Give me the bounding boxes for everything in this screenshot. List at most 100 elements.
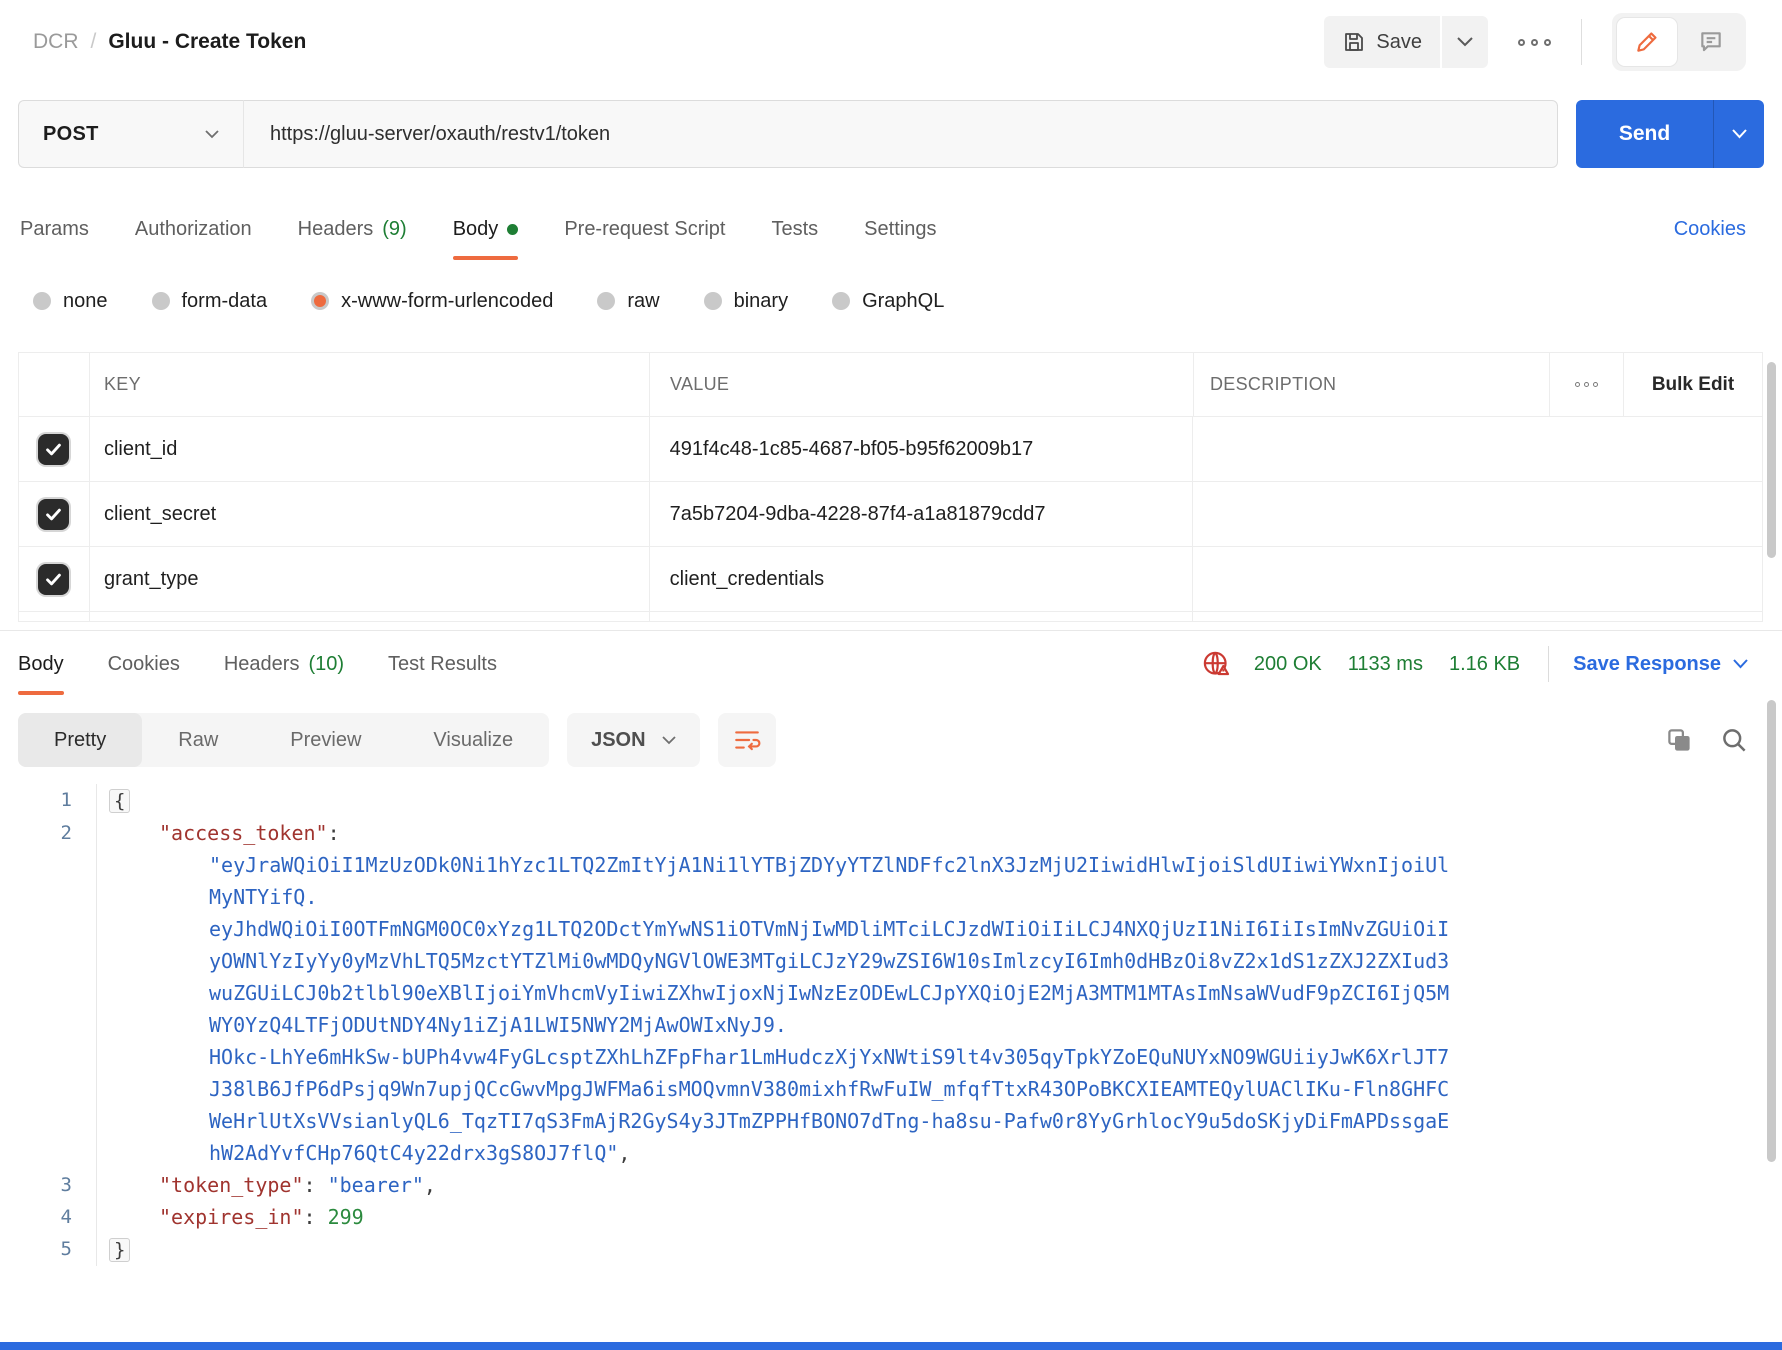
tab-authorization[interactable]: Authorization <box>135 198 252 260</box>
breadcrumb-collection[interactable]: DCR <box>33 30 79 54</box>
code-token-punc: , <box>424 1173 436 1197</box>
row-checkbox[interactable] <box>38 434 69 465</box>
tab-tests[interactable]: Tests <box>771 198 818 260</box>
tab-params[interactable]: Params <box>20 198 89 260</box>
tab-settings[interactable]: Settings <box>864 198 936 260</box>
tab-body[interactable]: Body <box>453 198 519 260</box>
topbar-divider <box>1581 19 1582 65</box>
radio-raw[interactable]: raw <box>597 290 659 313</box>
edit-comment-toggle <box>1612 13 1746 71</box>
copy-icon[interactable] <box>1666 727 1693 754</box>
radio-graphql[interactable]: GraphQL <box>832 290 944 313</box>
tab-label: Test Results <box>388 653 497 676</box>
radio-label: binary <box>734 290 788 313</box>
tab-body[interactable]: Body <box>18 633 64 695</box>
view-visualize[interactable]: Visualize <box>397 713 549 767</box>
code-token-str: yOWNlYzIyYy0yMzVhLTQ5MzctYTZlMi0wMDQyNGV… <box>209 949 1449 973</box>
top-actions: Save <box>1324 13 1746 71</box>
view-pretty[interactable]: Pretty <box>18 713 142 767</box>
save-button[interactable]: Save <box>1324 16 1440 68</box>
edit-mode-button[interactable] <box>1617 18 1677 66</box>
code-line: MyNTYifQ. <box>0 881 1742 913</box>
tab-headers[interactable]: Headers(9) <box>298 198 407 260</box>
bulk-edit-button[interactable]: Bulk Edit <box>1624 353 1763 416</box>
request-title[interactable]: Gluu - Create Token <box>108 30 306 54</box>
line-number: 2 <box>0 817 96 849</box>
tab-label: Tests <box>771 218 818 241</box>
key-cell[interactable]: grant_type <box>90 547 650 611</box>
code-line-content: eyJhdWQiOiI0OTFmNGM0OC0xYzg1LTQ2ODctYmYw… <box>96 913 1742 945</box>
radio-x-www-form-urlencoded[interactable]: x-www-form-urlencoded <box>311 290 553 313</box>
table-scrollbar[interactable] <box>1767 362 1776 558</box>
save-button-label: Save <box>1376 31 1422 54</box>
value-cell[interactable]: 7a5b7204-9dba-4228-87f4-a1a81879cdd7 <box>650 482 1194 546</box>
radio-none[interactable]: none <box>33 290 108 313</box>
table-more-options-icon[interactable] <box>1550 353 1624 416</box>
radio-binary[interactable]: binary <box>704 290 788 313</box>
code-token-str: "bearer" <box>328 1173 424 1197</box>
value-cell[interactable]: client_credentials <box>650 547 1194 611</box>
tab-pre-request-script[interactable]: Pre-request Script <box>564 198 725 260</box>
view-preview[interactable]: Preview <box>254 713 397 767</box>
radio-label: x-www-form-urlencoded <box>341 290 553 313</box>
chevron-down-icon <box>205 130 219 139</box>
response-size[interactable]: 1.16 KB <box>1449 653 1520 676</box>
network-warning-icon[interactable] <box>1201 649 1232 680</box>
tab-headers[interactable]: Headers(10) <box>224 633 344 695</box>
response-time[interactable]: 1133 ms <box>1348 653 1423 676</box>
send-button[interactable]: Send <box>1576 100 1713 168</box>
value-cell[interactable]: 491f4c48-1c85-4687-bf05-b95f62009b17 <box>650 417 1194 481</box>
description-cell[interactable] <box>1193 417 1763 481</box>
code-token-punc: : <box>304 1173 328 1197</box>
column-header-description: DESCRIPTION <box>1194 353 1550 416</box>
code-line-content: MyNTYifQ. <box>96 881 1742 913</box>
code-line-content: hW2AdYvfCHp76QtC4y22drx3gS8OJ7flQ", <box>96 1137 1742 1169</box>
breadcrumb: DCR / Gluu - Create Token <box>33 30 306 54</box>
tab-count: (9) <box>382 218 406 241</box>
save-options-button[interactable] <box>1442 16 1488 68</box>
url-input[interactable]: https://gluu-server/oxauth/restv1/token <box>243 100 1558 168</box>
breadcrumb-separator: / <box>91 30 97 54</box>
code-line: 2"access_token": <box>0 817 1742 849</box>
tab-label: Headers <box>224 653 300 676</box>
urlencoded-params-table: KEY VALUE DESCRIPTION Bulk Edit client_i… <box>18 352 1763 622</box>
window-bottom-accent <box>0 1342 1782 1350</box>
tab-test-results[interactable]: Test Results <box>388 633 497 695</box>
key-cell[interactable]: client_secret <box>90 482 650 546</box>
line-number: 5 <box>0 1233 96 1266</box>
line-number <box>0 881 96 913</box>
search-icon[interactable] <box>1721 727 1748 754</box>
code-line-content: WeHrlUtXsVVsianlyQL6_TqzTI7qS3FmAjR2GyS4… <box>96 1105 1742 1137</box>
code-line: 1{ <box>0 784 1742 817</box>
send-options-button[interactable] <box>1713 100 1764 168</box>
code-token-str: "eyJraWQiOiI1MzUzODk0Ni1hYzc1LTQ2ZmItYjA… <box>209 853 1449 877</box>
send-button-group: Send <box>1576 100 1764 168</box>
wrap-lines-button[interactable] <box>718 713 776 767</box>
fold-marker[interactable]: { <box>109 789 130 813</box>
comments-button[interactable] <box>1681 18 1741 66</box>
save-response-button[interactable]: Save Response <box>1573 653 1748 676</box>
code-line-content: "access_token": <box>96 817 1742 849</box>
fold-marker[interactable]: } <box>109 1238 130 1262</box>
cookies-link[interactable]: Cookies <box>1674 198 1746 260</box>
view-raw[interactable]: Raw <box>142 713 254 767</box>
method-select[interactable]: POST <box>18 100 243 168</box>
more-options-icon[interactable] <box>1518 39 1551 46</box>
tab-label: Settings <box>864 218 936 241</box>
description-cell[interactable] <box>1193 547 1763 611</box>
table-row: client_id491f4c48-1c85-4687-bf05-b95f620… <box>19 417 1763 482</box>
row-checkbox[interactable] <box>38 564 69 595</box>
code-token-str: WeHrlUtXsVVsianlyQL6_TqzTI7qS3FmAjR2GyS4… <box>209 1109 1449 1133</box>
radio-form-data[interactable]: form-data <box>152 290 268 313</box>
postman-window: DCR / Gluu - Create Token Save <box>0 0 1782 1350</box>
tab-cookies[interactable]: Cookies <box>108 633 180 695</box>
pencil-icon <box>1634 29 1660 55</box>
description-cell[interactable] <box>1193 482 1763 546</box>
status-code[interactable]: 200 OK <box>1254 653 1322 676</box>
format-select[interactable]: JSON <box>567 713 699 767</box>
key-cell[interactable]: client_id <box>90 417 650 481</box>
response-tools <box>1666 727 1748 754</box>
chevron-down-icon <box>662 736 676 745</box>
row-checkbox[interactable] <box>38 499 69 530</box>
response-scrollbar[interactable] <box>1767 700 1776 1162</box>
